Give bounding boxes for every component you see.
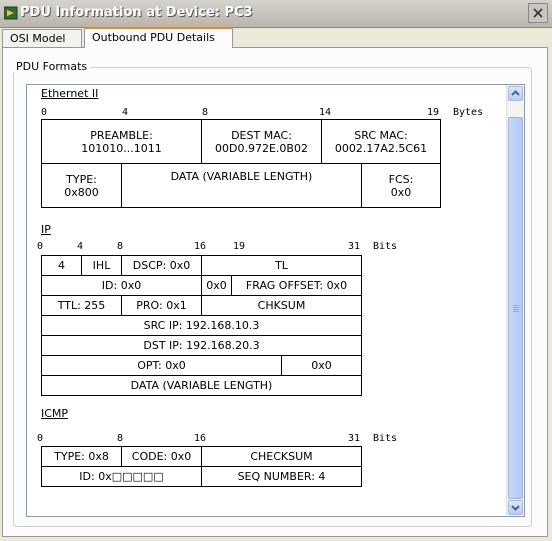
grip-line	[513, 305, 519, 306]
ip-dscp-cell: DSCP: 0x0	[121, 255, 202, 276]
ethernet-section-title: Ethernet II	[41, 87, 99, 100]
ethernet-type-cell: TYPE: 0x800	[41, 163, 122, 208]
close-button[interactable]	[528, 3, 548, 23]
ip-padding-cell: 0x0	[281, 355, 362, 376]
tab-outbound-pdu-details[interactable]: Outbound PDU Details	[84, 27, 233, 48]
icmp-ruler-8: 8	[117, 433, 124, 444]
scroll-down-button[interactable]	[508, 500, 523, 515]
icmp-id-cell: ID: 0x□□□□□	[41, 466, 202, 487]
ethernet-ruler-unit: Bytes	[453, 107, 484, 118]
grip-line	[513, 307, 519, 308]
icmp-section-title: ICMP	[41, 407, 69, 420]
icmp-checksum-cell: CHECKSUM	[201, 446, 362, 467]
tab-osi-model[interactable]: OSI Model	[2, 29, 82, 47]
chevron-up-icon	[511, 90, 520, 96]
type-label: TYPE:	[66, 172, 97, 186]
ip-version-cell: 4	[41, 255, 82, 276]
close-icon	[533, 8, 543, 18]
ip-ruler-unit: Bits	[373, 241, 398, 252]
ethernet-preamble-cell: PREAMBLE: 101010...1011	[41, 119, 202, 164]
title-bar: PDU Information at Device: PC3	[0, 0, 552, 28]
ip-opt-cell: OPT: 0x0	[41, 355, 282, 376]
ip-section-title: IP	[41, 223, 51, 236]
ip-data-cell: DATA (VARIABLE LENGTH)	[41, 375, 362, 396]
ip-src-cell: SRC IP: 192.168.10.3	[41, 315, 362, 336]
ip-dst-cell: DST IP: 192.168.20.3	[41, 335, 362, 356]
ip-ruler-4: 4	[77, 241, 84, 252]
ip-ruler-16: 16	[194, 241, 207, 252]
chevron-down-icon	[511, 505, 520, 511]
src-mac-label: SRC MAC:	[354, 128, 408, 142]
preamble-value: 101010...1011	[81, 141, 162, 155]
ip-ruler-0: 0	[37, 241, 44, 252]
icmp-ruler-31: 31	[348, 433, 361, 444]
icmp-code-cell: CODE: 0x0	[121, 446, 202, 467]
window-title: PDU Information at Device: PC3	[20, 5, 253, 20]
app-icon	[4, 6, 18, 20]
grip-line	[513, 309, 519, 310]
vertical-scrollbar[interactable]	[506, 85, 524, 516]
dest-mac-label: DEST MAC:	[231, 128, 292, 142]
ip-protocol-cell: PRO: 0x1	[121, 295, 202, 316]
ethernet-ruler-19: 19	[427, 107, 440, 118]
grip-line	[513, 311, 519, 312]
ip-flags-cell: 0x0	[201, 275, 232, 296]
ip-id-cell: ID: 0x0	[41, 275, 202, 296]
ethernet-ruler-0: 0	[41, 107, 48, 118]
ip-ruler-8: 8	[117, 241, 124, 252]
ethernet-ruler-4: 4	[122, 107, 129, 118]
icmp-type-cell: TYPE: 0x8	[41, 446, 122, 467]
fcs-value: 0x0	[390, 185, 412, 199]
fcs-label: FCS:	[388, 172, 414, 186]
scroll-up-button[interactable]	[508, 86, 523, 101]
ethernet-data-label: DATA (VARIABLE LENGTH)	[170, 170, 313, 183]
ethernet-ruler-8: 8	[202, 107, 209, 118]
icmp-seq-cell: SEQ NUMBER: 4	[201, 466, 362, 487]
scroll-thumb[interactable]	[508, 117, 523, 499]
ethernet-ruler-14: 14	[319, 107, 332, 118]
ip-checksum-cell: CHKSUM	[201, 295, 362, 316]
ip-ruler-19: 19	[233, 241, 246, 252]
ethernet-data-cell: DATA (VARIABLE LENGTH)	[121, 163, 362, 208]
icmp-ruler-16: 16	[194, 433, 207, 444]
ip-tl-cell: TL	[201, 255, 362, 276]
ip-ttl-cell: TTL: 255	[41, 295, 122, 316]
ip-frag-offset-cell: FRAG OFFSET: 0x0	[231, 275, 362, 296]
ip-ruler-31: 31	[348, 241, 361, 252]
type-value: 0x800	[64, 185, 99, 199]
src-mac-value: 0002.17A2.5C61	[334, 141, 428, 155]
icmp-ruler-unit: Bits	[373, 433, 398, 444]
ethernet-src-mac-cell: SRC MAC: 0002.17A2.5C61	[321, 119, 441, 164]
ethernet-dest-mac-cell: DEST MAC: 00D0.972E.0B02	[201, 119, 322, 164]
ip-ihl-cell: IHL	[81, 255, 122, 276]
preamble-label: PREAMBLE:	[90, 128, 153, 142]
dest-mac-value: 00D0.972E.0B02	[215, 141, 308, 155]
pdu-scroll-area[interactable]: Ethernet II 0 4 8 14 19 Bytes PREAMBLE: …	[26, 84, 525, 517]
icmp-ruler-0: 0	[37, 433, 44, 444]
group-label: PDU Formats	[13, 60, 91, 73]
ethernet-fcs-cell: FCS: 0x0	[361, 163, 441, 208]
